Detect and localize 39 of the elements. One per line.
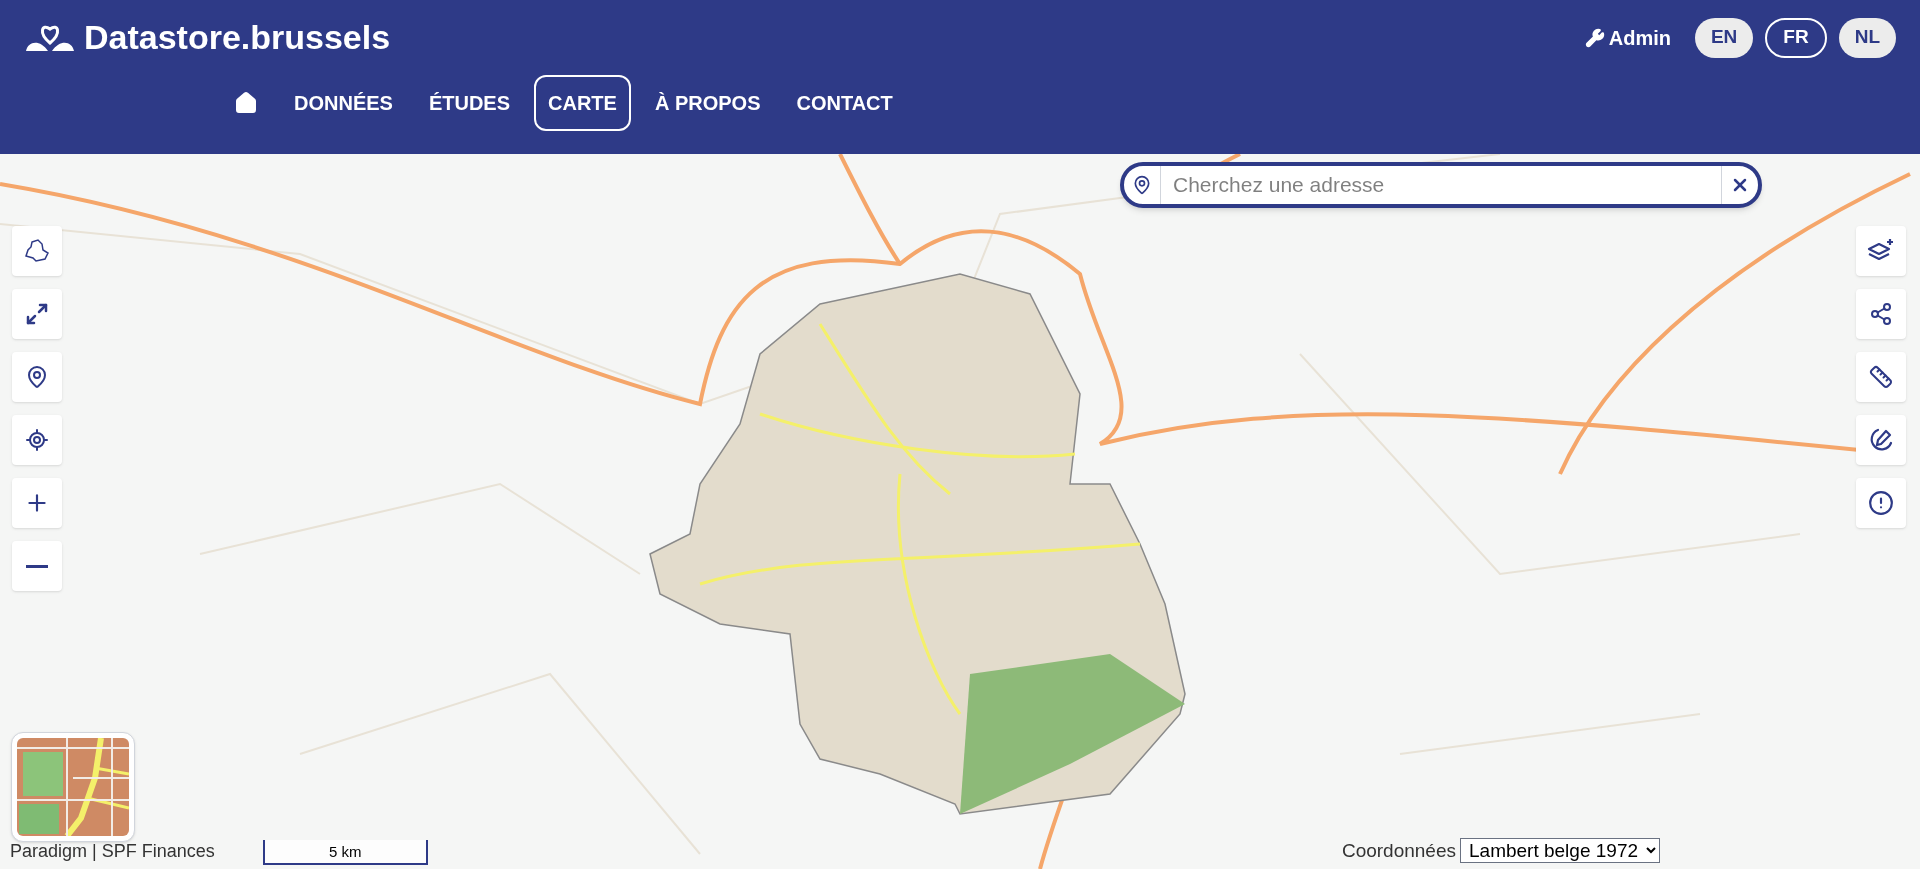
site-title[interactable]: Datastore.brussels (84, 12, 391, 63)
scale-bar: 5 km (262, 840, 428, 865)
basemap-thumbnail[interactable] (11, 732, 135, 842)
nav-link[interactable]: CARTE (534, 75, 631, 131)
address-search-field[interactable]: Cherchez une adresse (1120, 162, 1762, 208)
wrench-icon (1584, 27, 1605, 48)
language-button[interactable]: EN (1694, 17, 1754, 58)
expand-icon (25, 302, 49, 326)
expand-button[interactable] (12, 289, 62, 339)
map-attribution: Paradigm | SPF Finances (10, 840, 215, 863)
coordinates-label: Coordonnées (1341, 838, 1456, 863)
locate-button[interactable] (12, 415, 62, 465)
ruler-icon (1869, 365, 1893, 389)
home-icon (234, 91, 258, 115)
language-button[interactable]: FR (1765, 17, 1827, 58)
minus-icon (26, 564, 48, 568)
nav-link[interactable]: À PROPOS (642, 75, 773, 131)
measure-button[interactable] (1856, 352, 1906, 402)
admin-link[interactable]: Admin (1584, 22, 1671, 53)
nav-link[interactable]: ÉTUDES (416, 75, 523, 131)
zoom-in-button[interactable] (12, 478, 62, 528)
share-button[interactable] (1856, 289, 1906, 339)
marker-button[interactable] (12, 352, 62, 402)
language-button[interactable]: NL (1838, 17, 1896, 58)
region-outline-button[interactable] (12, 226, 62, 276)
nav-link[interactable]: DONNÉES (282, 75, 405, 131)
report-button[interactable] (1856, 478, 1906, 528)
pin-icon (25, 365, 49, 389)
share-icon (1869, 302, 1893, 326)
locate-icon (25, 428, 49, 452)
region-outline-icon (24, 239, 50, 263)
coordinate-system-select[interactable]: Lambert belge 1972 (1460, 838, 1660, 864)
alert-icon (1868, 490, 1894, 516)
draw-button[interactable] (1856, 415, 1906, 465)
nav-link[interactable]: CONTACT (784, 75, 905, 131)
zoom-out-button[interactable] (12, 541, 62, 591)
layers-button[interactable] (1856, 226, 1906, 276)
pencil-circle-icon (1868, 427, 1894, 453)
pin-icon (1132, 175, 1152, 195)
